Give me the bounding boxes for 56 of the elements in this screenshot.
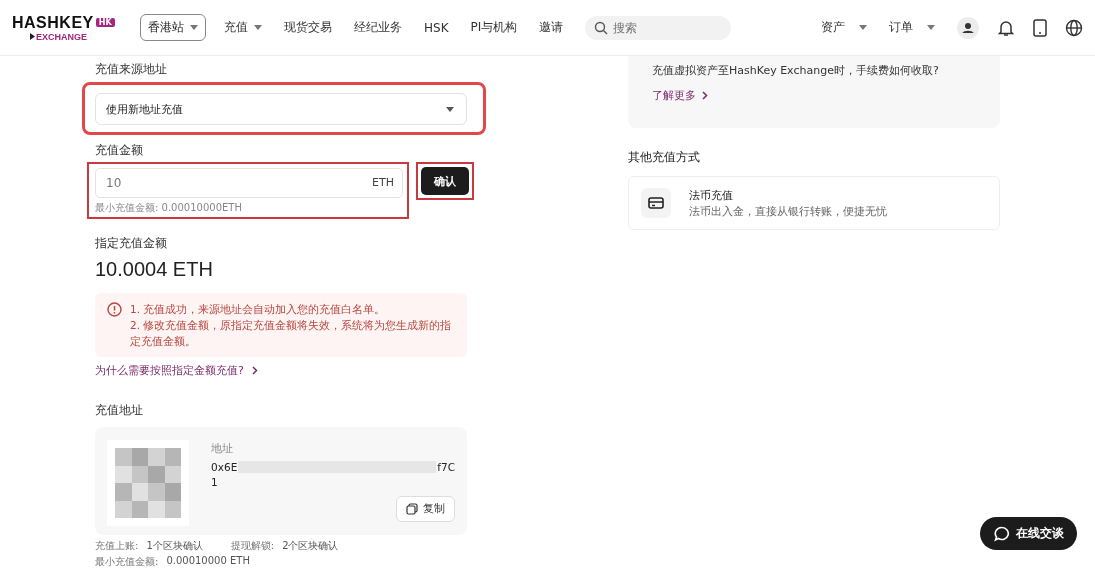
phone-icon[interactable] [1033,18,1047,37]
nav-link[interactable]: PI与机构 [470,19,518,36]
nav-link[interactable]: 经纪业务 [354,19,402,36]
nav-menu[interactable]: 订单 [889,19,935,36]
search-field[interactable]: 搜索 [585,15,732,40]
nav-link[interactable]: 充值 [224,19,262,36]
address-label: 地址 [211,442,235,456]
chat-button[interactable]: 在线交谈 [980,517,1077,550]
region-selector[interactable]: 香港站 [140,14,206,41]
min-amount-hint: 最小充值金额: 0.00010000ETH [95,201,243,215]
nav-link[interactable]: HSK [424,19,449,36]
fact-value: 1个区块确认 [146,539,203,553]
caret-icon [190,25,198,30]
address-text: 1 [211,476,219,488]
chevron-right-icon [251,366,258,375]
copy-button[interactable]: 复制 [396,496,455,522]
fact-label: 充值上账: [95,539,139,553]
fact-label: 提现解锁: [230,539,275,553]
caret-icon [446,106,454,112]
nav-menu[interactable]: 资产 [821,19,867,36]
card-icon [641,188,671,218]
fact-label: 最小充值金额: [95,555,159,569]
source-address-dropdown[interactable]: 使用新地址充值 [95,93,467,125]
faq-question: 充值虚拟资产至HashKey Exchange时，手续费如何收取? [652,63,940,78]
fact-value: 0.00010000 ETH [166,555,250,568]
why-link[interactable]: 为什么需要按照指定金额充值? [95,363,258,378]
address-text: 0x6E [211,461,238,473]
notice-text: 2. 修改充值金额，原指定充值金额将失效，系统将为您生成新的指定充值金额。 [130,318,453,349]
copy-icon [406,503,418,515]
section-title: 其他充值方式 [628,149,701,166]
caret-icon [927,25,935,30]
nav-link[interactable]: 邀请 [539,19,564,36]
confirm-button[interactable]: 确认 [421,167,469,195]
deposit-method-card[interactable]: 法币充值 法币出入金，直接从银行转账，便捷无忧 [628,176,1000,230]
bell-icon[interactable] [997,18,1015,37]
method-title: 法币充值 [689,187,734,203]
avatar-icon[interactable] [957,16,979,39]
field-label: 充值金额 [95,142,144,159]
warning-icon [107,302,122,317]
method-description: 法币出入金，直接从银行转账，便捷无忧 [689,204,887,219]
chevron-right-icon [702,91,708,100]
section-title: 充值地址 [95,402,144,419]
nav-link[interactable]: 现货交易 [284,19,332,36]
specified-amount: 10.0004 ETH [95,258,214,281]
unit-label: ETH [372,176,394,189]
field-label: 指定充值金额 [95,235,168,252]
search-icon [594,20,609,35]
address-text: f7C [437,461,455,473]
learn-more-link[interactable]: 了解更多 [652,88,708,103]
caret-icon [859,25,867,30]
fact-value: 2个区块确认 [282,539,339,553]
notice-text: 1. 充值成功，来源地址会自动加入您的充值白名单。 [130,302,387,317]
field-label: 充值来源地址 [95,61,168,78]
globe-icon[interactable] [1065,18,1083,37]
chat-bubble-icon [993,525,1010,542]
logo[interactable]: HASHKEY HK EXCHANGE [12,13,122,42]
